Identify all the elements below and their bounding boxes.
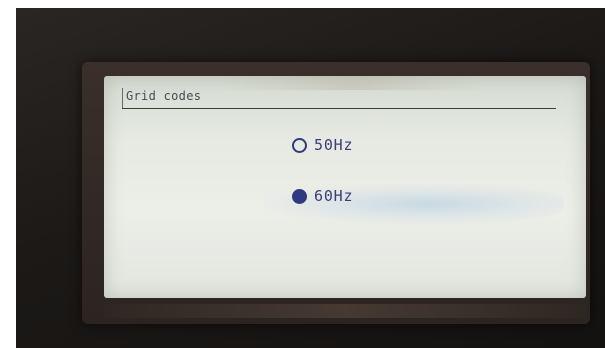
option-60hz[interactable]: 60Hz — [292, 187, 353, 205]
title-bar: Grid codes — [122, 88, 556, 109]
page-title: Grid codes — [126, 89, 202, 103]
title-divider — [122, 88, 123, 108]
device-base — [104, 304, 586, 318]
radio-unselected-icon[interactable] — [292, 137, 307, 153]
option-60hz-label: 60Hz — [314, 187, 354, 205]
option-50hz-label: 50Hz — [314, 136, 354, 154]
lcd-display: Grid codes 50Hz 60Hz — [104, 76, 586, 298]
option-50hz[interactable]: 50Hz — [292, 136, 353, 154]
radio-selected-icon[interactable] — [292, 188, 307, 204]
photo-frame: Grid codes 50Hz 60Hz — [0, 0, 605, 348]
